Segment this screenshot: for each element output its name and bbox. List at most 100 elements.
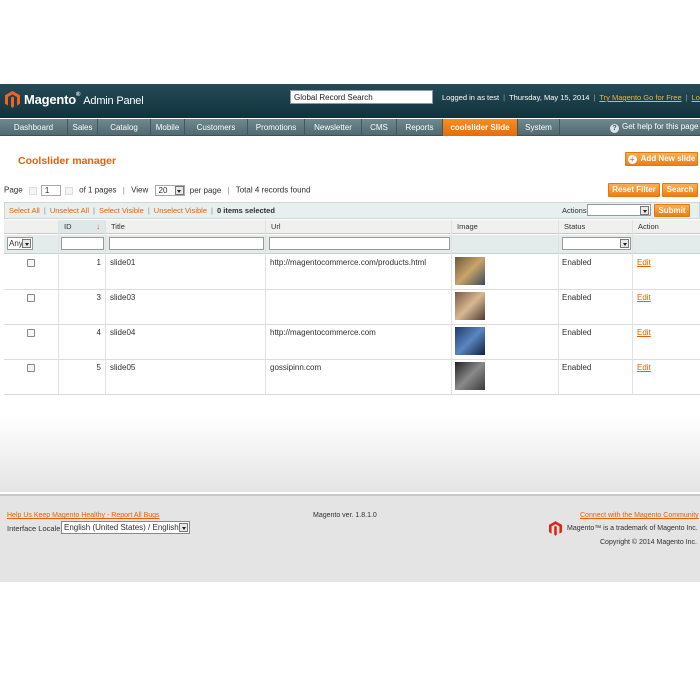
column-header-status[interactable]: Status xyxy=(559,220,633,234)
slide-thumbnail[interactable] xyxy=(455,292,485,320)
community-link[interactable]: Connect with the Magento Community xyxy=(580,512,699,519)
content-bottom-gradient xyxy=(0,417,700,492)
of-pages-text: of 1 pages xyxy=(79,185,117,195)
nav-reports[interactable]: Reports xyxy=(397,119,443,136)
edit-link[interactable]: Edit xyxy=(637,328,651,337)
grid-divider xyxy=(632,220,633,394)
submit-button[interactable]: Submit xyxy=(654,204,690,217)
header-links: Logged in as test | Thursday, May 15, 2014… xyxy=(442,93,700,102)
cell-status: Enabled xyxy=(562,363,592,372)
id-filter-input[interactable] xyxy=(61,237,104,250)
url-filter-input[interactable] xyxy=(269,237,450,250)
select-all-link[interactable]: Select All xyxy=(9,206,40,215)
cell-status: Enabled xyxy=(562,328,592,337)
slide-thumbnail[interactable] xyxy=(455,327,485,355)
cell-id: 4 xyxy=(96,328,101,337)
column-header-title[interactable]: Title xyxy=(106,220,266,234)
cell-title: slide03 xyxy=(110,293,136,302)
nav-dashboard[interactable]: Dashboard xyxy=(0,119,68,136)
logged-in-text: Logged in as test xyxy=(442,93,500,102)
title-filter-input[interactable] xyxy=(109,237,264,250)
status-filter-select[interactable] xyxy=(562,237,631,250)
actions-select[interactable] xyxy=(587,204,651,216)
logo-text[interactable]: Magento® Admin Panel xyxy=(24,92,144,107)
cell-title: slide05 xyxy=(110,363,136,372)
selected-count: 0 items selected xyxy=(216,206,275,215)
locale-label: Interface Locale: xyxy=(7,524,63,533)
magento-logo-icon xyxy=(549,521,562,536)
logout-link[interactable]: Log Out xyxy=(692,93,700,102)
reset-filter-button[interactable]: Reset Filter xyxy=(608,183,660,197)
chevron-down-icon xyxy=(620,239,629,248)
grid-divider xyxy=(265,220,266,394)
nav-cms[interactable]: CMS xyxy=(362,119,397,136)
edit-link[interactable]: Edit xyxy=(637,363,651,372)
unselect-all-link[interactable]: Unselect All xyxy=(50,206,89,215)
column-header-checkbox xyxy=(4,220,59,234)
prev-page-icon xyxy=(28,186,37,195)
table-row[interactable] xyxy=(4,360,700,395)
slide-thumbnail[interactable] xyxy=(455,257,485,285)
try-magento-go-link[interactable]: Try Magento Go for Free xyxy=(599,93,681,102)
slide-thumbnail[interactable] xyxy=(455,362,485,390)
trademark-text: Magento™ is a trademark of Magento Inc. xyxy=(567,525,698,532)
nav-sales[interactable]: Sales xyxy=(68,119,98,136)
massaction-links: Select All | Unselect All | Select Visible | U… xyxy=(9,206,275,215)
nav-promotions[interactable]: Promotions xyxy=(248,119,305,136)
nav-catalog[interactable]: Catalog xyxy=(98,119,151,136)
per-page-select[interactable]: 20 xyxy=(154,185,185,196)
logo-subtitle: Admin Panel xyxy=(83,95,144,107)
nav-mobile[interactable]: Mobile xyxy=(151,119,185,136)
cell-url: http://magentocommerce.com/products.html xyxy=(270,258,427,267)
cell-title: slide04 xyxy=(110,328,136,337)
add-new-slide-button[interactable]: + Add New slide xyxy=(625,152,698,166)
actions-label: Actions xyxy=(562,206,587,215)
page-label: Page xyxy=(4,185,23,195)
help-icon: ? xyxy=(610,124,619,133)
grid-divider xyxy=(58,220,59,394)
nav-customers[interactable]: Customers xyxy=(185,119,248,136)
row-checkbox[interactable] xyxy=(27,329,35,337)
row-checkbox[interactable] xyxy=(27,364,35,372)
checkbox-filter-select[interactable]: Any xyxy=(7,237,33,250)
nav-coolslider-slide[interactable]: coolslider Slide xyxy=(443,119,518,136)
per-page-text: per page xyxy=(189,185,222,195)
nav-system[interactable]: System xyxy=(518,119,560,136)
help-text: Get help for this page xyxy=(622,122,699,131)
edit-link[interactable]: Edit xyxy=(637,293,651,302)
nav-newsletter[interactable]: Newsletter xyxy=(305,119,362,136)
cell-title: slide01 xyxy=(110,258,136,267)
cell-id: 1 xyxy=(96,258,101,267)
global-search-input[interactable] xyxy=(290,90,433,104)
column-header-url[interactable]: Url xyxy=(266,220,452,234)
edit-link[interactable]: Edit xyxy=(637,258,651,267)
logo-brand: Magento xyxy=(24,92,77,107)
row-checkbox[interactable] xyxy=(27,294,35,302)
chevron-down-icon xyxy=(174,186,184,195)
magento-logo-icon xyxy=(5,91,20,108)
row-checkbox[interactable] xyxy=(27,259,35,267)
page-number-input[interactable]: 1 xyxy=(40,185,61,196)
cell-id: 5 xyxy=(96,363,101,372)
sort-down-icon: ↓ xyxy=(96,222,100,231)
pager: Page 1 of 1 pages | View 20 per page | T… xyxy=(4,185,311,196)
column-header-id[interactable]: ID ↓ xyxy=(59,220,106,234)
plus-icon: + xyxy=(627,155,637,164)
version-text: Magento ver. 1.8.1.0 xyxy=(313,512,377,519)
locale-select[interactable]: English (United States) / English xyxy=(61,521,190,534)
next-page-icon xyxy=(64,186,73,195)
chevron-down-icon xyxy=(179,523,188,532)
column-header-image[interactable]: Image xyxy=(452,220,559,234)
report-bugs-link[interactable]: Help Us Keep Magento Healthy - Report Al… xyxy=(7,512,160,519)
help-link[interactable]: ? Get help for this page xyxy=(610,122,699,133)
cell-status: Enabled xyxy=(562,293,592,302)
table-row[interactable] xyxy=(4,290,700,325)
cell-status: Enabled xyxy=(562,258,592,267)
view-label: View xyxy=(131,185,149,195)
cell-id: 3 xyxy=(96,293,101,302)
copyright-text: Copyright © 2014 Magento Inc. xyxy=(600,539,697,546)
chevron-down-icon xyxy=(640,206,649,215)
select-visible-link[interactable]: Select Visible xyxy=(99,206,144,215)
search-button[interactable]: Search xyxy=(662,183,698,197)
unselect-visible-link[interactable]: Unselect Visible xyxy=(154,206,207,215)
